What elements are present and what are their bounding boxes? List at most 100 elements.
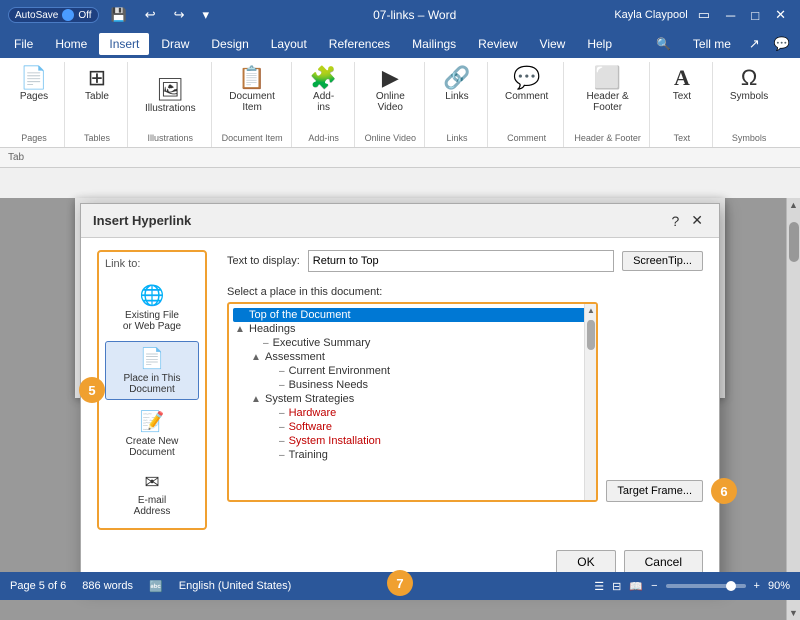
dialog-title-bar: Insert Hyperlink ? ✕ — [81, 204, 719, 238]
read-mode-icon[interactable]: 📖 — [629, 580, 643, 593]
layout-mode-icon[interactable]: ⊟ — [612, 580, 621, 593]
table-group-label: Tables — [84, 133, 110, 143]
screentip-button[interactable]: ScreenTip... — [622, 251, 703, 271]
save-button[interactable]: 💾 — [105, 5, 133, 25]
menu-layout[interactable]: Layout — [261, 33, 317, 55]
symbols-icon: Ω — [741, 67, 757, 89]
ribbon: 📄 Pages Pages ⊞ Table Tables 🖼 Illustrat… — [0, 58, 800, 148]
tree-item-training[interactable]: – Training — [277, 448, 592, 462]
ribbon-video-button[interactable]: ▶ Online Video — [368, 62, 412, 118]
text-display-input[interactable] — [308, 250, 614, 272]
link-to-existing[interactable]: 🌐 Existing Fileor Web Page — [105, 278, 199, 337]
training-dash-icon: – — [279, 450, 285, 461]
menu-insert[interactable]: Insert — [99, 33, 149, 55]
dialog-close-button[interactable]: ✕ — [687, 212, 707, 229]
dialog-help-button[interactable]: ? — [667, 212, 683, 229]
menu-mailings[interactable]: Mailings — [402, 33, 466, 55]
training-label: Training — [289, 449, 328, 461]
zoom-level: 90% — [768, 580, 790, 592]
menu-review[interactable]: Review — [468, 33, 527, 55]
menu-design[interactable]: Design — [201, 33, 258, 55]
create-document-icon: 📝 — [140, 409, 165, 434]
tree-item-system-strategies[interactable]: ▲ System Strategies — [249, 392, 592, 406]
header-footer-label: Header & Footer — [586, 91, 628, 113]
target-frame-button[interactable]: Target Frame... 6 — [606, 480, 703, 502]
document-icon: 📋 — [238, 67, 265, 89]
undo-button[interactable]: ↩ — [139, 5, 162, 25]
tree-container: Top of the Document ▲ Headings — [227, 302, 598, 502]
comment-icon: 💬 — [513, 67, 540, 89]
addins-label: Add- ins — [313, 91, 334, 113]
tree-scroll-thumb[interactable] — [587, 320, 595, 350]
ribbon-group-pages: 📄 Pages Pages — [4, 62, 65, 147]
tree-item-hardware[interactable]: – Hardware — [277, 406, 592, 420]
ribbon-table-button[interactable]: ⊞ Table — [75, 62, 119, 107]
select-place-label: Select a place in this document: — [227, 286, 703, 298]
ribbon-links-button[interactable]: 🔗 Links — [435, 62, 479, 107]
zoom-plus-icon[interactable]: + — [754, 580, 760, 592]
comments-button[interactable]: 💬 — [768, 34, 796, 54]
dialog-title: Insert Hyperlink — [93, 213, 191, 228]
cancel-button[interactable]: Cancel — [624, 550, 703, 574]
tell-me[interactable]: Tell me — [683, 33, 741, 55]
ribbon-text-button[interactable]: A Text — [660, 62, 704, 107]
status-left: Page 5 of 6 886 words 🔤 English (United … — [10, 580, 291, 593]
system-installation-dash-icon: – — [279, 436, 285, 447]
menu-view[interactable]: View — [530, 33, 576, 55]
tree-inner[interactable]: Top of the Document ▲ Headings — [229, 304, 596, 500]
target-frame-area: Target Frame... 6 — [606, 302, 703, 502]
tree-item-top[interactable]: Top of the Document — [233, 308, 592, 322]
share-button[interactable]: ↗ — [743, 34, 766, 54]
ribbon-header-footer-button[interactable]: ⬜ Header & Footer — [579, 62, 635, 118]
menu-help[interactable]: Help — [577, 33, 622, 55]
redo-button[interactable]: ↪ — [168, 5, 191, 25]
tree-item-system-installation[interactable]: – System Installation — [277, 434, 592, 448]
header-footer-group-label: Header & Footer — [574, 133, 641, 143]
maximize-button[interactable]: □ — [745, 6, 765, 25]
menu-references[interactable]: References — [319, 33, 400, 55]
customize-button[interactable]: ▾ — [197, 5, 216, 25]
tree-scroll-up[interactable]: ▲ — [585, 304, 596, 316]
zoom-minus-icon[interactable]: − — [651, 580, 657, 592]
ok-button[interactable]: OK — [556, 550, 615, 574]
zoom-slider[interactable] — [666, 584, 746, 588]
tree-item-headings[interactable]: ▲ Headings — [233, 322, 592, 336]
menu-draw[interactable]: Draw — [151, 33, 199, 55]
ribbon-illustrations-button[interactable]: 🖼 Illustrations — [138, 74, 203, 119]
link-to-email[interactable]: ✉ E-mailAddress — [105, 467, 199, 522]
word-count: 886 words — [82, 580, 133, 592]
tree-item-business-needs[interactable]: – Business Needs — [277, 378, 592, 392]
tree-item-software[interactable]: – Software — [277, 420, 592, 434]
link-row: 5 Link to: 🌐 Existing Fileor Web Page 📄 … — [97, 250, 703, 530]
ribbon-pages-button[interactable]: 📄 Pages — [12, 62, 56, 107]
ribbon-display-button[interactable]: ▭ — [692, 5, 716, 25]
autosave-toggle[interactable]: AutoSave Off — [8, 7, 99, 23]
menu-file[interactable]: File — [4, 33, 43, 55]
illustrations-group-label: Illustrations — [148, 133, 194, 143]
menu-home[interactable]: Home — [45, 33, 97, 55]
ribbon-symbols-button[interactable]: Ω Symbols — [723, 62, 775, 107]
text-icon: A — [674, 67, 690, 89]
tree-item-assessment[interactable]: ▲ Assessment — [249, 350, 592, 364]
dialog-body: 5 Link to: 🌐 Existing Fileor Web Page 📄 … — [81, 238, 719, 542]
link-to-wrapper: 5 Link to: 🌐 Existing Fileor Web Page 📄 … — [97, 250, 207, 530]
ribbon-document-button[interactable]: 📋 Document Item — [222, 62, 282, 118]
close-button[interactable]: ✕ — [769, 5, 792, 25]
software-dash-icon: – — [279, 422, 285, 433]
tree-item-exec-summary[interactable]: – Executive Summary — [261, 336, 592, 350]
username: Kayla Claypool — [614, 9, 687, 21]
minimize-button[interactable]: ─ — [720, 6, 741, 25]
email-icon: ✉ — [144, 472, 159, 493]
view-mode-icon[interactable]: ☰ — [594, 580, 604, 593]
link-to-create[interactable]: 📝 Create NewDocument — [105, 404, 199, 463]
current-env-dash-icon: – — [279, 366, 285, 377]
link-to-place[interactable]: 📄 Place in ThisDocument — [105, 341, 199, 400]
ribbon-addins-button[interactable]: 🧩 Add- ins — [302, 62, 346, 118]
tree-item-current-env[interactable]: – Current Environment — [277, 364, 592, 378]
tree-scrollbar[interactable]: ▲ ▼ — [584, 304, 596, 500]
ribbon-comment-button[interactable]: 💬 Comment — [498, 62, 555, 107]
ribbon-group-symbols: Ω Symbols Symbols — [715, 62, 783, 147]
search-icon[interactable]: 🔍 — [646, 33, 681, 55]
zoom-thumb[interactable] — [726, 581, 736, 591]
headings-expand-icon: ▲ — [235, 324, 247, 335]
